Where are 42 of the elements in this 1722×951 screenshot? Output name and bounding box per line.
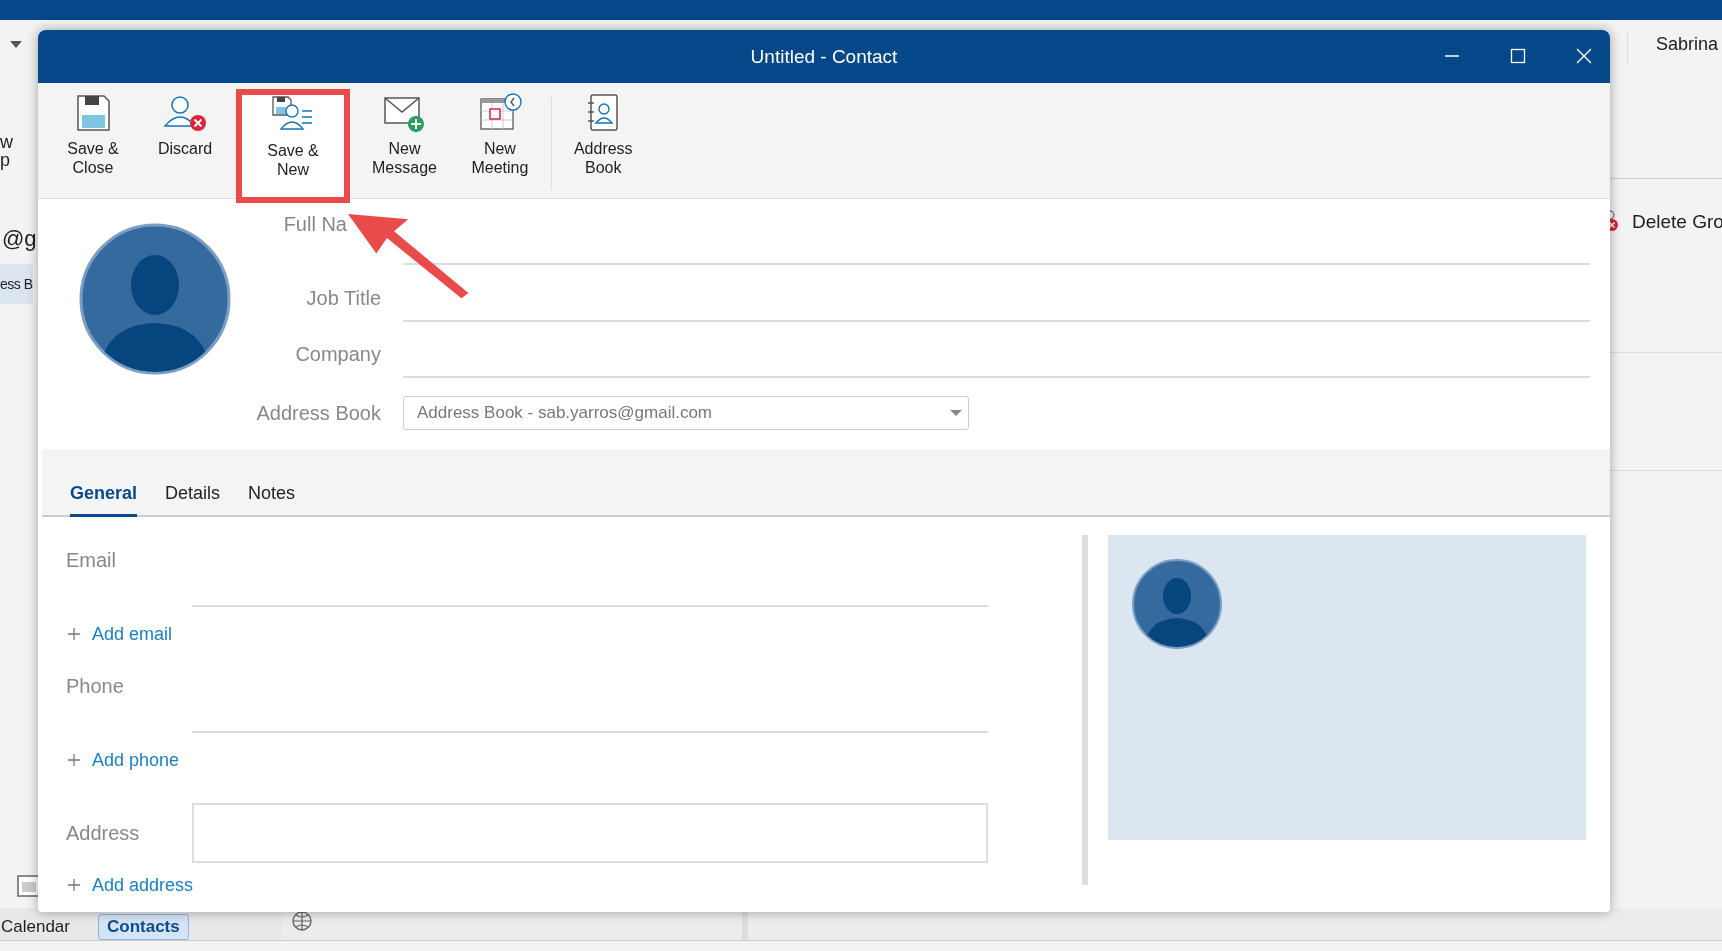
field-label: Company — [294, 343, 382, 367]
close-icon[interactable] — [1576, 48, 1592, 64]
nav-tab[interactable]: Contacts — [98, 914, 189, 940]
save-new-button[interactable]: Save & New — [236, 89, 350, 203]
add-link[interactable]: Add phone — [92, 749, 180, 771]
tab[interactable]: Notes — [248, 483, 296, 517]
input-field[interactable] — [403, 262, 1590, 265]
plus-icon[interactable] — [68, 879, 80, 891]
person-remove-icon — [162, 93, 208, 133]
tab[interactable]: General — [70, 483, 138, 517]
meeting-button[interactable]: New Meeting — [458, 83, 541, 198]
input-field[interactable] — [192, 803, 988, 863]
toolbar-label: p — [0, 150, 10, 171]
calendar-clock-icon — [477, 93, 522, 133]
plus-icon[interactable] — [68, 628, 80, 640]
add-link[interactable]: Add email — [92, 623, 173, 645]
list-item[interactable]: ess B — [0, 264, 33, 304]
avatar-placeholder[interactable] — [79, 223, 231, 375]
toolbar-label: w — [0, 132, 13, 153]
input-field[interactable] — [403, 320, 1590, 323]
address-book-button[interactable]: Address Book — [561, 83, 645, 198]
tab[interactable]: Details — [165, 483, 221, 517]
field-label: Job Title — [305, 287, 382, 312]
maximize-icon[interactable] — [1510, 48, 1526, 64]
field-label: Full Na — [282, 213, 348, 237]
message-button[interactable]: New Message — [360, 83, 449, 198]
account-name[interactable]: Sabrina — [1656, 34, 1719, 55]
email-fragment: @g — [2, 226, 37, 252]
address-book-dropdown[interactable]: Address Book - sab.yarros@gmail.com — [403, 396, 969, 431]
caret-icon — [950, 410, 962, 417]
plus-icon[interactable] — [68, 754, 80, 766]
field-label: Address Book — [255, 402, 382, 425]
globe-icon[interactable] — [291, 910, 313, 932]
nav-tab[interactable]: Calendar — [0, 914, 79, 940]
field-label: Address — [66, 821, 141, 845]
discard-button[interactable]: Discard — [144, 83, 226, 198]
add-link[interactable]: Add address — [92, 874, 194, 896]
field-label: Email — [66, 548, 117, 572]
save-close-button[interactable]: Save & Close — [52, 83, 134, 198]
caret-icon[interactable] — [10, 41, 22, 49]
window-title: Untitled - Contact — [750, 45, 898, 68]
field-label: Phone — [66, 674, 125, 698]
